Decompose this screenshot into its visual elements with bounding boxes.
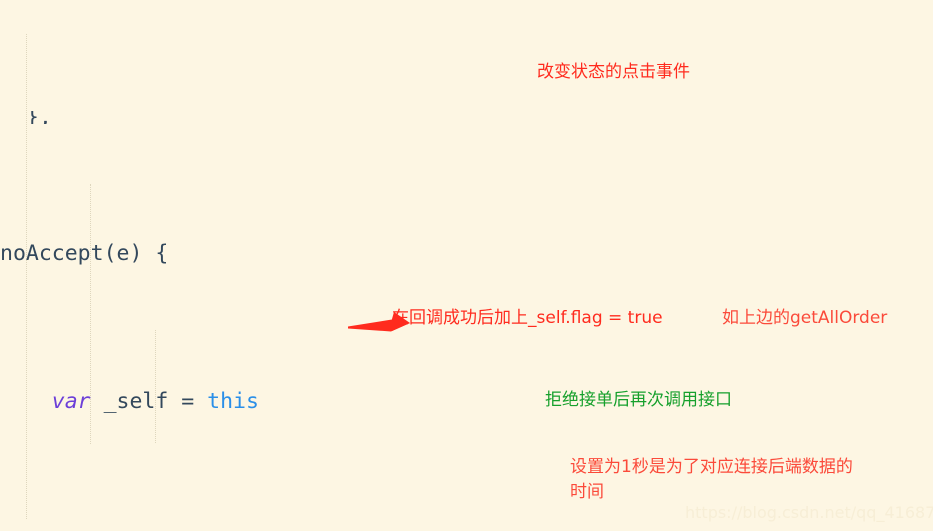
- code-block: }, noAccept(e) { var _self = this consol…: [0, 0, 933, 531]
- annotation-one-second: 设置为1秒是为了对应连接后端数据的 时间: [570, 457, 853, 502]
- annotation-callback-flag: 在回调成功后加上_self.flag = true: [392, 308, 663, 328]
- csdn-watermark: https://blog.csdn.net/qq_41687299: [685, 503, 933, 522]
- annotation-like-getallorder: 如上边的getAllOrder: [722, 308, 888, 328]
- annotation-click-event: 改变状态的点击事件: [537, 62, 690, 82]
- code-line: },: [0, 111, 52, 124]
- code-screenshot: }, noAccept(e) { var _self = this consol…: [0, 0, 933, 531]
- code-line: noAccept(e) {: [0, 241, 169, 266]
- annotation-recall-interface: 拒绝接单后再次调用接口: [545, 390, 732, 410]
- code-line: var _self = this: [51, 389, 259, 414]
